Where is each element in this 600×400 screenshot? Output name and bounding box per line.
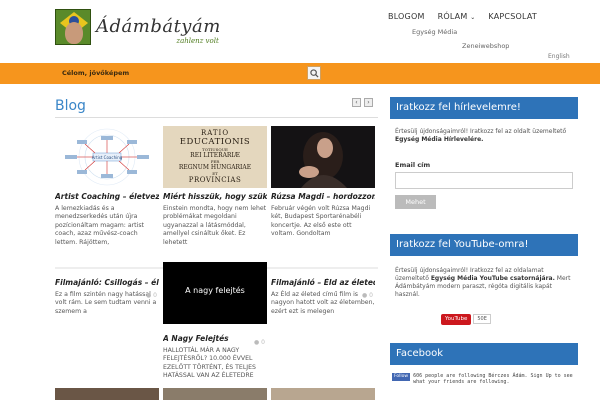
secondary-menu-bar: Célom, jövőképem: [0, 63, 600, 84]
search-button[interactable]: [307, 66, 321, 80]
post-excerpt: HALLOTTÁL MÁR A NAGY FELEJTÉSRŐL? 10.000…: [163, 347, 256, 380]
youtube-text-bold: Egység Média YouTube csatornájára.: [430, 275, 555, 282]
nav-label: BLOGOM: [388, 12, 425, 21]
blog-divider: [55, 117, 378, 118]
newsletter-heading: Iratkozz fel hírlevelemre!: [390, 97, 578, 119]
blog-post[interactable]: Filmajánló: Csillogás – éle... ● 0 Ez a …: [55, 274, 159, 316]
youtube-heading: Iratkozz fel YouTube-omra!: [390, 234, 578, 256]
post-excerpt: Ez a film szintén nagy hatással volt rám…: [55, 291, 157, 315]
facebook-widget: Follow 606 people are following Bérczes …: [392, 373, 578, 385]
blog-post[interactable]: A nagy felejtés A Nagy Felejtés ● 0 HALL…: [163, 262, 267, 381]
submit-button[interactable]: Mehet: [395, 195, 436, 209]
subnav-webshop[interactable]: Zeneiwebshop: [462, 42, 509, 50]
logo-title: Ádámbátyám: [96, 16, 221, 37]
post-excerpt: Einstein mondta, hogy nem lehet problémá…: [163, 205, 267, 246]
singer-portrait-image: [299, 132, 347, 188]
thumb-text: RATIO: [200, 129, 230, 137]
blog-carousel-controls: ‹ ›: [349, 98, 373, 107]
post-excerpt: Az Éld az életed című film is nagyon hat…: [271, 291, 375, 315]
post-thumbnail[interactable]: [55, 388, 159, 400]
thumb-text: REGNUM HUNGARIAE: [178, 164, 252, 171]
blog-heading: Blog: [55, 98, 86, 114]
newsletter-text-part: Értesülj újdonságaimról! Iratkozz fel az…: [395, 128, 567, 135]
logo-subtitle: zahlenz volt: [176, 37, 219, 45]
facebook-heading: Facebook: [390, 343, 578, 365]
blog-post[interactable]: RATIO EDUCATIONIS TOTIUSQUE REI LITERARI…: [163, 126, 267, 247]
thumb-label: Artist Coaching: [92, 155, 123, 160]
newsletter-text: Értesülj újdonságaimról! Iratkozz fel az…: [395, 128, 575, 144]
logo-text: Ádámbátyám zahlenz volt: [96, 16, 221, 46]
newsletter-text-bold: Egység Média Hírlevelére.: [395, 136, 484, 143]
nav-label: RÓLAM: [437, 12, 468, 21]
nav-item-kapcsolat[interactable]: KAPCSOLAT: [488, 12, 537, 21]
site-logo[interactable]: Ádámbátyám zahlenz volt: [55, 8, 221, 46]
thumb-text: EDUCATIONIS: [179, 137, 251, 147]
blog-post[interactable]: Rúzsa Magdi – hordozzon ... Február végé…: [271, 126, 375, 239]
next-arrow-button[interactable]: ›: [364, 98, 373, 107]
post-title[interactable]: Filmajánló – Éld az életed: [271, 278, 375, 288]
chevron-down-icon: ⌄: [470, 14, 476, 21]
top-navigation: BLOGOM RÓLAM ⌄ KAPCSOLAT: [388, 12, 550, 21]
post-thumbnail[interactable]: A nagy felejtés: [163, 262, 267, 324]
facebook-follow-text: 606 people are following Bérczes Ádám. S…: [413, 373, 573, 385]
youtube-subscribe-button[interactable]: YouTube 50E: [441, 313, 491, 325]
subnav-egyseg-media[interactable]: Egység Média: [412, 28, 457, 36]
comment-icon: ● 0: [146, 292, 157, 299]
blog-post[interactable]: Filmajánló – Éld az életed ● 0 Az Éld az…: [271, 274, 375, 316]
youtube-icon: YouTube: [441, 313, 472, 325]
post-thumbnail[interactable]: [163, 388, 267, 400]
youtube-text: Értesülj újdonságaimról! Iratkozz fel az…: [395, 267, 575, 299]
post-title[interactable]: Filmajánló: Csillogás – éle...: [55, 278, 159, 288]
post-excerpt: A lemezkiadás és a menedzserkedés után ú…: [55, 205, 144, 246]
nav-label: KAPCSOLAT: [488, 12, 537, 21]
blog-post[interactable]: Artist Coaching Artist Coaching – életve…: [55, 126, 159, 247]
email-field[interactable]: [395, 172, 573, 189]
post-thumbnail[interactable]: Artist Coaching: [55, 126, 159, 188]
language-link[interactable]: English: [548, 53, 570, 60]
prev-arrow-button[interactable]: ‹: [352, 98, 361, 107]
thumb-text: A nagy felejtés: [185, 286, 245, 295]
nav-item-blogom[interactable]: BLOGOM: [388, 12, 425, 21]
menu-item-celom[interactable]: Célom, jövőképem: [62, 69, 129, 77]
post-title[interactable]: Miért hisszük, hogy szüksé...: [163, 192, 267, 202]
search-icon: [310, 69, 319, 78]
nav-item-rolam[interactable]: RÓLAM ⌄: [438, 12, 476, 21]
post-thumbnail[interactable]: [271, 388, 375, 400]
post-title[interactable]: Artist Coaching – életveze...: [55, 192, 159, 202]
artist-coaching-diagram-icon: Artist Coaching: [65, 128, 149, 186]
post-title[interactable]: A Nagy Felejtés: [163, 334, 267, 344]
comment-icon: ● 0: [254, 339, 265, 346]
post-thumbnail[interactable]: RATIO EDUCATIONIS TOTIUSQUE REI LITERARI…: [163, 126, 267, 188]
email-label: Email cím: [395, 161, 431, 169]
post-title[interactable]: Rúzsa Magdi – hordozzon ...: [271, 192, 375, 202]
facebook-follow-button[interactable]: Follow: [392, 373, 411, 381]
thumb-text: REI LITERARIÆ: [190, 152, 240, 159]
subscriber-count: 50E: [473, 314, 491, 324]
post-excerpt: Február végén volt Rúzsa Magdi két, Buda…: [271, 205, 371, 238]
thumb-text: PROVINCIAS: [188, 176, 242, 184]
logo-avatar-icon: [55, 9, 91, 45]
comment-icon: ● 0: [362, 292, 373, 299]
post-thumbnail[interactable]: [271, 126, 375, 188]
